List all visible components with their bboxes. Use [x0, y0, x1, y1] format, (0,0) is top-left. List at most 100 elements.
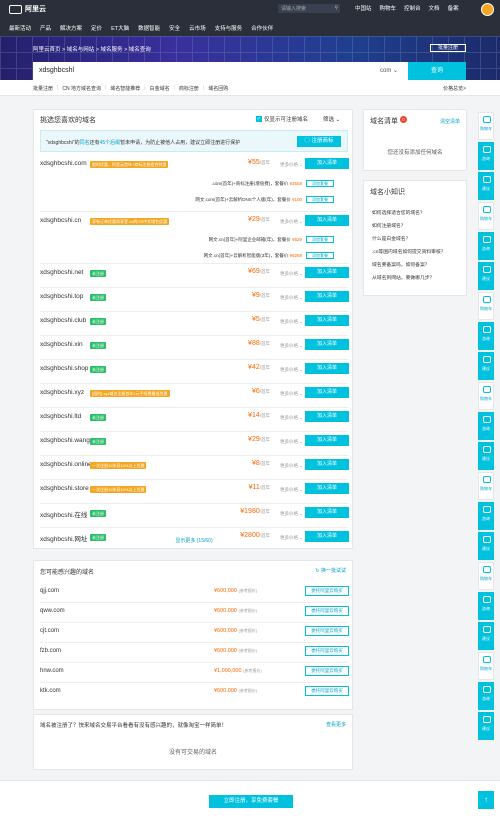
buy-via-aliyun-button[interactable]: 委托阿里云购买: [305, 646, 349, 656]
add-to-cart-button[interactable]: 加入清单: [305, 387, 349, 398]
more-prices-link[interactable]: 更多价格 ⌄: [280, 367, 303, 373]
refresh-link[interactable]: ↻ 换一批试试: [315, 567, 346, 574]
nav-item[interactable]: 安全: [169, 24, 180, 32]
add-combo-button[interactable]: 添加套餐: [306, 236, 334, 243]
sub-link[interactable]: CN 地方域名查询: [62, 85, 101, 92]
add-to-cart-button[interactable]: 加入清单: [305, 267, 349, 278]
buy-via-aliyun-button[interactable]: 委托阿里云购买: [305, 686, 349, 696]
suggested-domain[interactable]: qjj.com: [40, 588, 59, 594]
suggested-domain[interactable]: hnw.com: [40, 668, 64, 674]
rail-chat-button[interactable]: 咨询: [478, 412, 494, 440]
rail-chat-button[interactable]: 咨询: [478, 502, 494, 530]
more-prices-link[interactable]: 更多价格 ⌄: [280, 319, 303, 325]
add-to-cart-button[interactable]: 加入清单: [305, 215, 349, 226]
more-prices-link[interactable]: 更多价格 ⌄: [280, 415, 303, 421]
add-combo-button[interactable]: 添加套餐: [306, 252, 334, 259]
tip-link[interactable]: 如何注册域名？: [372, 222, 446, 235]
rail-cart-button[interactable]: 购物车: [478, 292, 494, 320]
bulk-register-button[interactable]: 批量注册: [430, 44, 466, 52]
tip-link[interactable]: 什么是白金域名？: [372, 235, 446, 248]
more-prices-link[interactable]: 更多价格 ⌄: [280, 162, 303, 168]
cart-link[interactable]: 购物车: [380, 4, 397, 12]
add-to-cart-button[interactable]: 加入清单: [305, 291, 349, 302]
suggested-domain[interactable]: fzb.com: [40, 648, 61, 654]
nav-item[interactable]: 定价: [91, 24, 102, 32]
clear-cart-link[interactable]: 清空清单: [440, 118, 460, 125]
rail-chat-button[interactable]: 建议: [478, 442, 494, 470]
rail-chat-button[interactable]: 建议: [478, 352, 494, 380]
more-prices-link[interactable]: 更多价格 ⌄: [280, 271, 303, 277]
more-prices-link[interactable]: 更多价格 ⌄: [280, 463, 303, 469]
rail-chat-button[interactable]: 建议: [478, 532, 494, 560]
docs-link[interactable]: 文档: [429, 4, 440, 12]
nav-item[interactable]: 数据智能: [138, 24, 160, 32]
rail-chat-button[interactable]: 咨询: [478, 682, 494, 710]
suggested-domain[interactable]: ktk.com: [40, 688, 61, 694]
rail-cart-button[interactable]: 购物车: [478, 112, 494, 140]
tip-link[interactable]: 如何选择适合您的域名？: [372, 209, 446, 222]
site-switch[interactable]: 中国站: [355, 4, 372, 12]
rail-chat-button[interactable]: 咨询: [478, 142, 494, 170]
more-prices-link[interactable]: 更多价格 ⌄: [280, 219, 303, 225]
rail-chat-button[interactable]: 建议: [478, 622, 494, 650]
nav-item[interactable]: 合作伙伴: [251, 24, 273, 32]
nav-item[interactable]: 支持与服务: [215, 24, 243, 32]
suggested-domain[interactable]: cjt.com: [40, 628, 59, 634]
add-combo-button[interactable]: 添加套餐: [306, 180, 334, 187]
add-to-cart-button[interactable]: 加入清单: [305, 363, 349, 374]
nav-item[interactable]: 最新活动: [9, 24, 31, 32]
sub-link[interactable]: 批量注册: [33, 85, 53, 92]
domain-search-input[interactable]: xdsghbcshl: [39, 67, 74, 74]
query-button[interactable]: 查询: [408, 62, 466, 80]
add-to-cart-button[interactable]: 加入清单: [305, 459, 349, 470]
rail-chat-button[interactable]: 建议: [478, 172, 494, 200]
tip-link[interactable]: 从域名到网站，要做哪几步？: [372, 274, 446, 287]
sub-link[interactable]: 白金域名: [150, 85, 170, 92]
more-prices-link[interactable]: 更多价格 ⌄: [280, 391, 303, 397]
buy-via-aliyun-button[interactable]: 委托阿里云购买: [305, 586, 349, 596]
register-trademark-button[interactable]: ◯ 注册商标: [297, 136, 341, 147]
more-prices-link[interactable]: 更多价格 ⌄: [280, 343, 303, 349]
add-combo-button[interactable]: 添加套餐: [306, 196, 334, 203]
rail-chat-button[interactable]: 建议: [478, 712, 494, 740]
add-to-cart-button[interactable]: 加入清单: [305, 483, 349, 494]
register-now-button[interactable]: 立即注册，享免费套餐: [209, 795, 293, 808]
nav-item[interactable]: 产品: [40, 24, 51, 32]
filter-dropdown[interactable]: 筛选 ⌄: [323, 115, 340, 123]
rail-cart-button[interactable]: 购物车: [478, 472, 494, 500]
add-to-cart-button[interactable]: 加入清单: [305, 339, 349, 350]
console-link[interactable]: 控制台: [404, 4, 421, 12]
sub-link[interactable]: 域名智能推荐: [110, 85, 140, 92]
add-to-cart-button[interactable]: 加入清单: [305, 507, 349, 518]
nav-item[interactable]: 云市场: [189, 24, 206, 32]
nav-item[interactable]: 解决方案: [60, 24, 82, 32]
rail-chat-button[interactable]: 建议: [478, 262, 494, 290]
sub-link[interactable]: 商标注册: [179, 85, 199, 92]
add-to-cart-button[interactable]: 加入清单: [305, 435, 349, 446]
brand-logo[interactable]: 阿里云: [9, 4, 46, 14]
rail-chat-button[interactable]: 咨询: [478, 232, 494, 260]
suffix-select[interactable]: com ⌄: [380, 67, 398, 74]
price-overview-link[interactable]: 价格总览>: [443, 85, 466, 92]
more-prices-link[interactable]: 更多价格 ⌄: [280, 487, 303, 493]
suggested-domain[interactable]: qww.com: [40, 608, 65, 614]
rail-chat-button[interactable]: 咨询: [478, 322, 494, 350]
rail-chat-button[interactable]: 咨询: [478, 592, 494, 620]
only-unregistered-checkbox[interactable]: ✓ 仅显示可注册域名: [256, 115, 308, 123]
add-to-cart-button[interactable]: 加入清单: [305, 411, 349, 422]
more-prices-link[interactable]: 更多价格 ⌄: [280, 295, 303, 301]
rail-cart-button[interactable]: 购物车: [478, 652, 494, 680]
arrow-up-icon[interactable]: ↑: [478, 791, 494, 809]
rail-cart-button[interactable]: 购物车: [478, 202, 494, 230]
search-icon[interactable]: ⚲: [334, 5, 338, 11]
more-prices-link[interactable]: 更多价格 ⌄: [280, 511, 303, 517]
buy-via-aliyun-button[interactable]: 委托阿里云购买: [305, 606, 349, 616]
show-more-link[interactable]: 显示更多 (15/60): [34, 537, 354, 544]
buy-via-aliyun-button[interactable]: 委托阿里云购买: [305, 626, 349, 636]
trade-more-link[interactable]: 查看更多: [326, 721, 346, 728]
tip-link[interactable]: 域名要备案吗，如何备案？: [372, 261, 446, 274]
icp-link[interactable]: 备案: [448, 4, 459, 12]
rail-cart-button[interactable]: 购物车: [478, 382, 494, 410]
site-search-input[interactable]: 请输入搜索 ⚲: [278, 4, 340, 13]
nav-item[interactable]: ET大脑: [111, 24, 129, 32]
